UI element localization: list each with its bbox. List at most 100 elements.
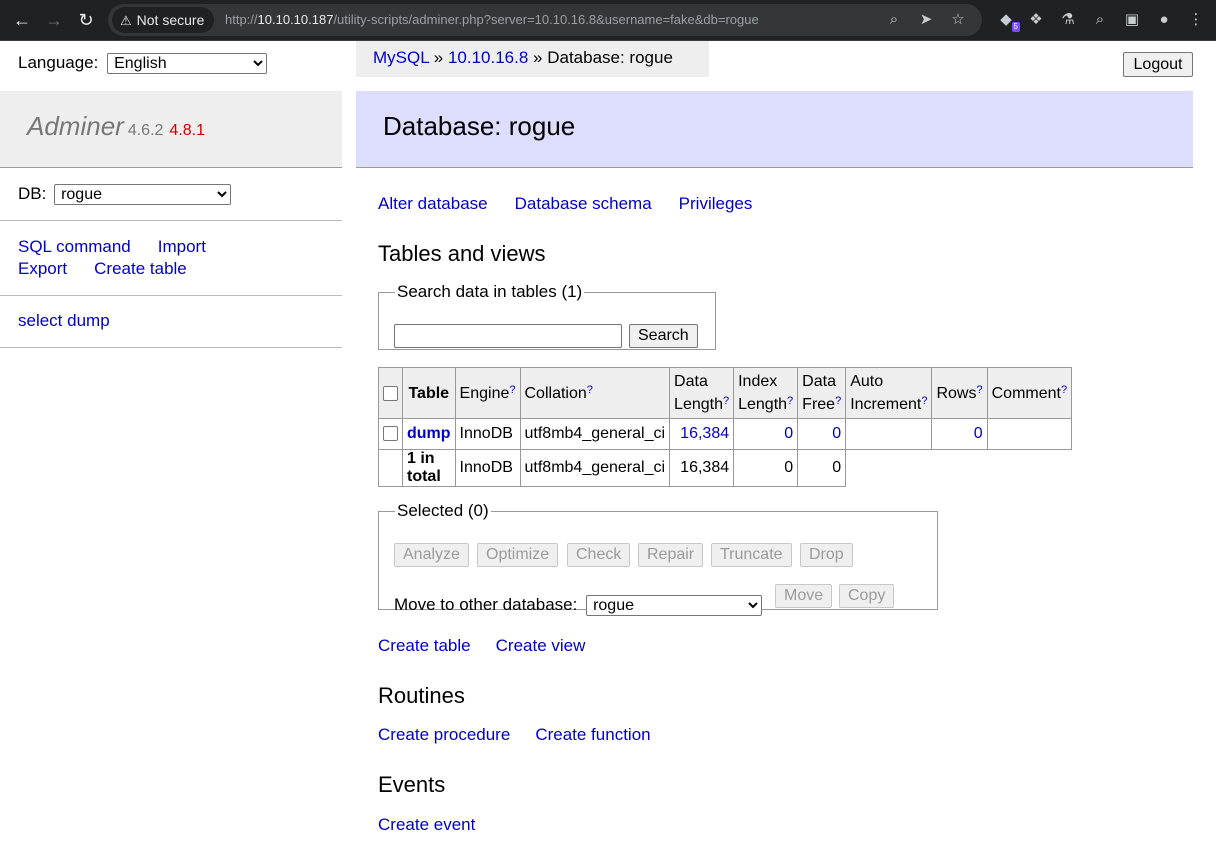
import-link[interactable]: Import [158,237,206,256]
alter-database-link[interactable]: Alter database [378,194,488,213]
select-dump-link[interactable]: select dump [18,311,110,330]
profile-icon[interactable]: ● [1152,8,1176,32]
routines-heading: Routines [378,683,465,708]
breadcrumb-server[interactable]: 10.10.16.8 [448,48,528,67]
help-link[interactable]: ? [509,384,515,396]
data-free-link[interactable]: 0 [832,425,841,442]
help-link[interactable]: ? [587,384,593,396]
row-checkbox[interactable] [383,426,398,442]
header-index-length[interactable]: Index Length? [733,367,799,419]
warning-icon: ⚠ [120,13,132,28]
address-bar[interactable]: ⚠ Not secure http://10.10.10.187/utility-… [108,4,982,36]
help-link[interactable]: ? [723,395,729,407]
header-engine[interactable]: Engine? [454,367,521,419]
total-spacer [846,450,932,487]
data-free-cell: 0 [797,418,847,450]
page-title: Database: rogue [383,111,576,141]
create-event-link[interactable]: Create event [378,815,475,834]
search-button[interactable]: Search [629,324,698,348]
header-comment[interactable]: Comment? [986,367,1073,419]
breadcrumb-mysql[interactable]: MySQL [373,48,429,67]
header-rows-label: Rows [936,384,977,402]
header-label: Data [674,373,708,390]
selected-legend: Selected (0) [397,501,489,520]
new-version-link[interactable]: 4.8.1 [169,122,205,139]
index-length-link[interactable]: 0 [784,425,793,442]
puzzle-icon[interactable]: ❖ [1024,8,1048,32]
reload-icon[interactable]: ↻ [73,8,99,32]
db-selector: DB: rogue [18,184,232,205]
drop-button[interactable]: Drop [800,543,853,567]
search-icon[interactable]: ⌕ [1088,8,1112,32]
back-icon[interactable]: ← [9,8,35,32]
optimize-button[interactable]: Optimize [477,543,559,567]
language-select[interactable]: English [107,53,268,75]
logout-button[interactable]: Logout [1123,52,1193,77]
move-label: Move to other database: [394,595,578,614]
move-button[interactable]: Move [775,584,833,608]
move-db-select[interactable]: rogue [586,595,763,617]
extension-icon[interactable]: ◆ 5 [994,8,1020,32]
help-link[interactable]: ? [921,395,927,407]
tables-table: Table Engine? Collation? Data Length? Ind… [378,367,1073,487]
help-link[interactable]: ? [787,395,793,407]
db-select[interactable]: rogue [54,184,232,205]
analyze-button[interactable]: Analyze [394,543,469,567]
truncate-button[interactable]: Truncate [711,543,792,567]
header-label: Auto [850,373,884,390]
breadcrumb-current: » Database: rogue [528,48,673,67]
header-data-free[interactable]: Data Free? [797,367,847,419]
zoom-icon[interactable]: ⌕ [882,8,906,32]
privileges-link[interactable]: Privileges [679,194,753,213]
sidebar-links: SQL command Import Export Create table [18,236,233,280]
menu-icon[interactable]: ⋮ [1184,8,1208,32]
language-selector: Language: English [18,53,268,75]
db-label: DB: [18,184,47,203]
data-length-link[interactable]: 16,384 [680,425,729,442]
move-row: Move to other database: rogue [394,595,763,617]
url-text[interactable]: http://10.10.10.187/utility-scripts/admi… [225,4,759,36]
database-schema-link[interactable]: Database schema [515,194,652,213]
breadcrumb-separator: » [429,48,448,67]
copy-button[interactable]: Copy [839,584,895,608]
help-link[interactable]: ? [976,384,982,396]
repair-button[interactable]: Repair [638,543,704,567]
routine-links: Create procedure Create function [378,725,676,745]
sidebar-divider [0,347,342,348]
sql-command-link[interactable]: SQL command [18,237,131,256]
header-engine-label: Engine [459,384,510,402]
check-button[interactable]: Check [567,543,631,567]
index-length-cell: 0 [733,418,799,450]
export-link[interactable]: Export [18,259,67,278]
header-table[interactable]: Table [402,367,456,419]
rows-link[interactable]: 0 [974,425,983,442]
data-length-cell: 16,384 [669,418,735,450]
sidebar-table-list: select dump [18,311,110,331]
side-panel-icon[interactable]: ▣ [1120,8,1144,32]
create-function-link[interactable]: Create function [535,725,650,744]
rows-cell: 0 [931,418,988,450]
engine-cell: InnoDB [454,418,521,450]
select-all-checkbox[interactable] [383,385,398,401]
header-auto-increment[interactable]: Auto Increment? [845,367,933,419]
help-link[interactable]: ? [1061,384,1067,396]
security-chip[interactable]: ⚠ Not secure [112,7,215,33]
create-procedure-link[interactable]: Create procedure [378,725,510,744]
adminer-page: Language: English MySQL » 10.10.16.8 » D… [0,41,1216,842]
browser-toolbar: ← → ↻ ⚠ Not secure http://10.10.10.187/ut… [0,0,1216,41]
table-name-link[interactable]: dump [407,425,451,442]
send-icon[interactable]: ➤ [914,8,938,32]
header-data-length[interactable]: Data Length? [669,367,735,419]
header-collation[interactable]: Collation? [519,367,671,419]
sidebar-create-table-link[interactable]: Create table [94,259,187,278]
bookmark-star-icon[interactable]: ☆ [946,8,970,32]
create-view-link[interactable]: Create view [496,636,586,655]
create-table-link[interactable]: Create table [378,636,471,655]
total-engine: InnoDB [454,449,521,487]
flask-icon[interactable]: ⚗ [1056,8,1080,32]
search-input[interactable] [394,324,622,348]
forward-icon[interactable]: → [41,8,67,32]
help-link[interactable]: ? [835,395,841,407]
language-label: Language: [18,53,99,72]
header-rows[interactable]: Rows? [931,367,988,419]
